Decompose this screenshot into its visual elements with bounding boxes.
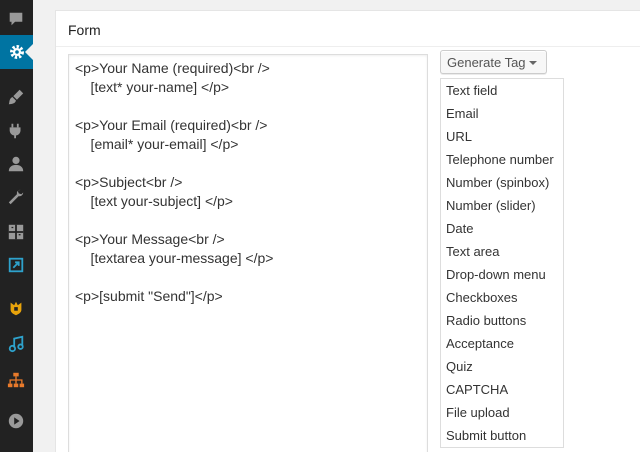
menu-item-dropdown[interactable]: Drop-down menu — [441, 263, 563, 286]
menu-item-file-upload[interactable]: File upload — [441, 401, 563, 424]
users-icon[interactable] — [4, 153, 28, 175]
menu-item-quiz[interactable]: Quiz — [441, 355, 563, 378]
menu-item-email[interactable]: Email — [441, 102, 563, 125]
generate-tag-label: Generate Tag — [447, 54, 526, 70]
admin-sidebar — [0, 0, 33, 452]
form-template-editor[interactable]: <p>Your Name (required)<br /> [text* you… — [68, 54, 428, 452]
panel-title: Form — [68, 22, 101, 38]
code-line: <p>Your Name (required)<br /> — [75, 60, 270, 76]
plugin-lock-icon[interactable] — [4, 297, 28, 319]
menu-item-text-area[interactable]: Text area — [441, 240, 563, 263]
code-line: [textarea your-message] </p> — [75, 250, 274, 266]
code-line: [text your-subject] </p> — [75, 193, 233, 209]
code-line: [text* your-name] </p> — [75, 79, 230, 95]
menu-item-acceptance[interactable]: Acceptance — [441, 332, 563, 355]
menu-item-number-spinbox[interactable]: Number (spinbox) — [441, 171, 563, 194]
menu-item-checkboxes[interactable]: Checkboxes — [441, 286, 563, 309]
settings-gear-icon[interactable] — [0, 35, 33, 69]
menu-item-date[interactable]: Date — [441, 217, 563, 240]
sitemap-icon[interactable] — [4, 369, 28, 391]
menu-item-telephone[interactable]: Telephone number — [441, 148, 563, 171]
comments-icon[interactable] — [4, 8, 28, 30]
menu-item-radio-buttons[interactable]: Radio buttons — [441, 309, 563, 332]
generate-tag-button[interactable]: Generate Tag — [440, 50, 547, 74]
code-line: [email* your-email] </p> — [75, 136, 239, 152]
menu-item-submit-button[interactable]: Submit button — [441, 424, 563, 447]
chevron-down-icon — [529, 61, 537, 65]
appearance-brush-icon[interactable] — [4, 86, 28, 108]
plugin-music-icon[interactable] — [4, 333, 28, 355]
menu-item-number-slider[interactable]: Number (slider) — [441, 194, 563, 217]
menu-item-captcha[interactable]: CAPTCHA — [441, 378, 563, 401]
form-panel: Form <p>Your Name (required)<br /> [text… — [55, 10, 640, 452]
generate-tag-menu: Text field Email URL Telephone number Nu… — [440, 78, 564, 448]
code-line: <p>Your Message<br /> — [75, 231, 225, 247]
menu-item-url[interactable]: URL — [441, 125, 563, 148]
play-icon[interactable] — [4, 410, 28, 432]
code-line: <p>Your Email (required)<br /> — [75, 117, 268, 133]
tools-wrench-icon[interactable] — [4, 186, 28, 208]
code-line: <p>[submit "Send"]</p> — [75, 288, 223, 304]
grid-icon[interactable] — [4, 221, 28, 243]
plugin-arrow-icon[interactable] — [4, 254, 28, 276]
divider — [56, 46, 640, 47]
menu-item-text-field[interactable]: Text field — [441, 79, 563, 102]
plugins-icon[interactable] — [4, 120, 28, 142]
code-line: <p>Subject<br /> — [75, 174, 183, 190]
